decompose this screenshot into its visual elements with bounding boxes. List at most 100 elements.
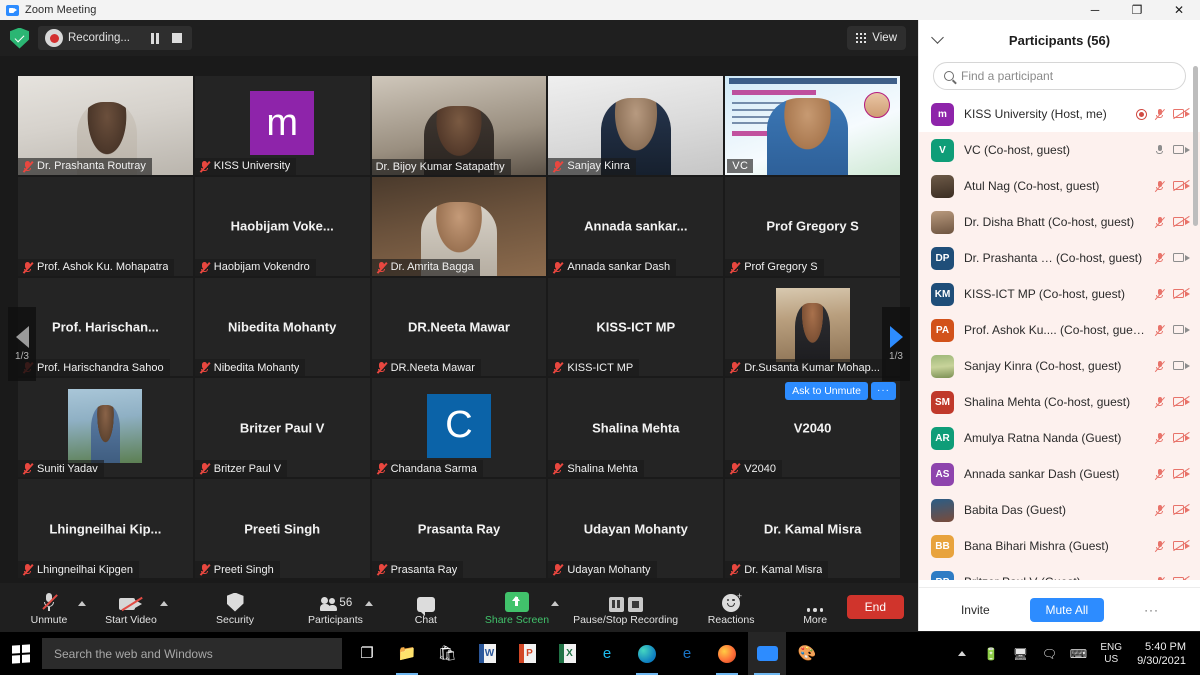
mic-muted-icon[interactable] (1154, 216, 1166, 229)
camera-muted-icon[interactable] (1173, 539, 1190, 552)
participant-row[interactable]: AR Amulya Ratna Nanda (Guest) (919, 420, 1200, 456)
video-tile[interactable]: Prof. Ashok Ku. Mohapatra (18, 176, 193, 276)
video-tile[interactable]: Prof. Harischan... Prof. Harischandra Sah… (18, 277, 193, 377)
mic-muted-icon[interactable] (1154, 252, 1166, 265)
keyboard-icon[interactable]: ⌨ (1065, 632, 1091, 675)
camera-muted-icon[interactable] (1173, 287, 1190, 300)
participant-row[interactable]: V VC (Co-host, guest) (919, 132, 1200, 168)
participants-button[interactable]: 56 Participants (308, 583, 363, 632)
security-button[interactable]: Security (208, 583, 262, 632)
invite-button[interactable]: Invite (949, 598, 1002, 622)
camera-muted-icon[interactable] (1173, 215, 1190, 228)
participant-row[interactable]: BP Britzer Paul V (Guest) (919, 564, 1200, 580)
camera-muted-icon[interactable] (1173, 503, 1190, 516)
camera-muted-icon[interactable] (1173, 107, 1190, 120)
taskbar-excel-icon[interactable]: X (548, 632, 586, 675)
minimize-button[interactable]: ─ (1074, 0, 1116, 20)
mic-muted-icon[interactable] (1154, 180, 1166, 193)
taskbar-clock[interactable]: 5:40 PM 9/30/2021 (1131, 640, 1192, 668)
video-tile[interactable]: Udayan Mohanty Udayan Mohanty (548, 479, 724, 578)
participant-row[interactable]: Dr. Disha Bhatt (Co-host, guest) (919, 204, 1200, 240)
stop-recording-button[interactable] (166, 27, 188, 49)
video-tile[interactable]: Dr. Prashanta Routray (18, 76, 193, 175)
share-options-button[interactable] (551, 583, 560, 632)
participant-row[interactable]: Sanjay Kinra (Co-host, guest) (919, 348, 1200, 384)
mic-on-icon[interactable] (1155, 144, 1165, 157)
video-tile[interactable]: Dr. Amrita Bagga (371, 176, 547, 276)
video-tile[interactable]: VC (725, 76, 900, 175)
taskbar-powerpoint-icon[interactable]: P (508, 632, 546, 675)
taskbar-internet-explorer-icon[interactable]: e (588, 632, 626, 675)
taskbar-paint-icon[interactable]: 🎨 (788, 632, 826, 675)
taskbar-search-box[interactable]: Search the web and Windows (42, 638, 342, 669)
participant-row[interactable]: m KISS University (Host, me) (919, 96, 1200, 132)
audio-options-button[interactable] (78, 583, 86, 632)
video-tile[interactable]: Suniti Yadav (18, 378, 193, 478)
participant-search-box[interactable] (933, 62, 1186, 90)
participants-options-button[interactable] (364, 583, 373, 632)
participant-row[interactable]: KM KISS-ICT MP (Co-host, guest) (919, 276, 1200, 312)
mic-muted-icon[interactable] (1154, 288, 1166, 301)
participant-row[interactable]: BB Bana Bihari Mishra (Guest) (919, 528, 1200, 564)
camera-muted-icon[interactable] (1173, 179, 1190, 192)
mic-muted-icon[interactable] (1154, 324, 1166, 337)
start-button[interactable] (0, 632, 42, 675)
reactions-button[interactable]: + Reactions (704, 583, 758, 632)
share-screen-button[interactable]: Share Screen (485, 583, 549, 632)
video-tile[interactable]: DR.Neeta Mawar DR.Neeta Mawar (371, 277, 547, 377)
mic-muted-icon[interactable] (1154, 540, 1166, 553)
mic-muted-icon[interactable] (1154, 504, 1166, 517)
show-hidden-icons-button[interactable] (949, 632, 975, 675)
taskbar-firefox-icon[interactable] (708, 632, 746, 675)
tile-more-button[interactable]: ··· (871, 382, 896, 401)
video-tile[interactable]: Britzer Paul V Britzer Paul V (194, 378, 370, 478)
language-indicator[interactable]: ENG US (1094, 642, 1128, 666)
camera-muted-icon[interactable] (1173, 467, 1190, 480)
search-input[interactable] (961, 69, 1175, 83)
video-tile[interactable]: Annada sankar... Annada sankar Dash (548, 176, 724, 276)
more-button[interactable]: More (788, 583, 842, 632)
camera-muted-icon[interactable] (1173, 431, 1190, 444)
previous-page-button[interactable]: 1/3 (8, 306, 36, 381)
action-center-icon[interactable]: 🗨 (1036, 632, 1062, 675)
maximize-button[interactable]: ❐ (1116, 0, 1158, 20)
battery-icon[interactable]: 🔋 (978, 632, 1004, 675)
video-tile[interactable]: Haobijam Voke... Haobijam Vokendro (194, 176, 370, 276)
mic-muted-icon[interactable] (1154, 396, 1166, 409)
participant-row[interactable]: SM Shalina Mehta (Co-host, guest) (919, 384, 1200, 420)
chat-button[interactable]: Chat (399, 583, 453, 632)
participant-row[interactable]: AS Annada sankar Dash (Guest) (919, 456, 1200, 492)
mic-muted-icon[interactable] (1154, 576, 1166, 580)
video-tile[interactable]: Dr. Bijoy Kumar Satapathy (371, 76, 547, 175)
taskbar-file-explorer-icon[interactable]: 📁 (388, 632, 426, 675)
video-tile[interactable]: Lhingneilhai Kip... Lhingneilhai Kipgen (18, 479, 193, 578)
participant-row[interactable]: PA Prof. Ashok Ku.... (Co-host, guest) (919, 312, 1200, 348)
video-tile[interactable]: Sanjay Kinra (548, 76, 724, 175)
close-button[interactable]: ✕ (1158, 0, 1200, 20)
video-tile[interactable]: V2040 Ask to Unmute ··· V2040 (725, 378, 900, 478)
taskbar-zoom-icon[interactable] (748, 632, 786, 675)
taskbar-edge-icon[interactable] (628, 632, 666, 675)
ask-to-unmute-button[interactable]: Ask to Unmute (785, 382, 868, 401)
taskbar-task-view-icon[interactable]: ❐ (348, 632, 386, 675)
camera-on-icon[interactable] (1173, 145, 1190, 156)
pause-recording-button[interactable] (144, 27, 166, 49)
video-tile[interactable]: KISS-ICT MP KISS-ICT MP (548, 277, 724, 377)
next-page-button[interactable]: 1/3 (882, 306, 910, 381)
video-tile[interactable]: Prof Gregory S Prof Gregory S (725, 176, 900, 276)
taskbar-word-icon[interactable]: W (468, 632, 506, 675)
participant-row[interactable]: Atul Nag (Co-host, guest) (919, 168, 1200, 204)
unmute-button[interactable]: Unmute (22, 583, 76, 632)
video-tile[interactable]: Prasanta Ray Prasanta Ray (371, 479, 547, 578)
taskbar-microsoft-store-icon[interactable]: 🛍 (428, 632, 466, 675)
mic-muted-icon[interactable] (1154, 468, 1166, 481)
encryption-shield-icon[interactable] (10, 27, 29, 49)
video-tile[interactable]: Nibedita Mohanty Nibedita Mohanty (194, 277, 370, 377)
participant-row[interactable]: Babita Das (Guest) (919, 492, 1200, 528)
taskbar-edge-legacy-icon[interactable]: e (668, 632, 706, 675)
camera-on-icon[interactable] (1173, 325, 1190, 336)
camera-on-icon[interactable] (1173, 253, 1190, 264)
participant-list[interactable]: m KISS University (Host, me) V VC (Co-host,… (919, 96, 1200, 580)
video-options-button[interactable] (160, 583, 168, 632)
video-tile[interactable]: Shalina Mehta Shalina Mehta (548, 378, 724, 478)
